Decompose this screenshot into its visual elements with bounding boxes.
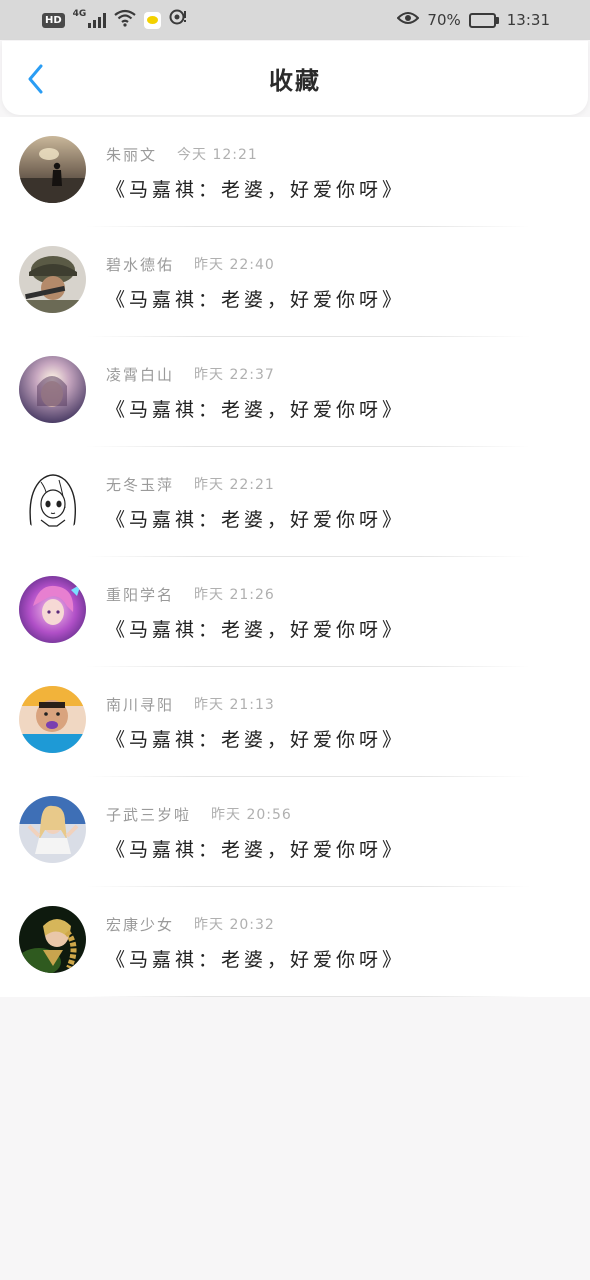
username: 朱丽文 — [106, 145, 158, 164]
favorite-item[interactable]: 朱丽文 今天 12:21 《马嘉祺：老婆，好爱你呀》 — [0, 117, 590, 227]
blonde-girl-avatar[interactable] — [19, 796, 86, 863]
light-portrait-avatar[interactable] — [19, 356, 86, 423]
favorite-item[interactable]: 碧水德佑 昨天 22:40 《马嘉祺：老婆，好爱你呀》 — [0, 227, 590, 337]
status-left: HD 4G — [42, 9, 187, 31]
timestamp: 昨天 21:13 — [194, 697, 275, 713]
username: 碧水德佑 — [106, 255, 175, 274]
username: 凌霄白山 — [106, 365, 175, 384]
username: 南川寻阳 — [106, 695, 175, 714]
chevron-left-icon — [28, 64, 43, 94]
item-meta: 南川寻阳 昨天 21:13 — [106, 693, 275, 715]
item-meta: 无冬玉萍 昨天 22:21 — [106, 473, 275, 495]
network-type: 4G — [72, 9, 87, 19]
favorites-list: 朱丽文 今天 12:21 《马嘉祺：老婆，好爱你呀》 碧水德佑 昨天 22:40… — [0, 117, 590, 997]
item-meta: 凌霄白山 昨天 22:37 — [106, 363, 275, 385]
battery-icon — [468, 12, 499, 28]
favorite-content: 《马嘉祺：老婆，好爱你呀》 — [106, 399, 406, 421]
signal-icon — [88, 12, 107, 28]
battery-percent: 70% — [427, 11, 461, 29]
timestamp: 昨天 22:40 — [194, 257, 275, 273]
username: 重阳学名 — [106, 585, 175, 604]
hotspot-icon — [169, 9, 187, 31]
favorite-item[interactable]: 无冬玉萍 昨天 22:21 《马嘉祺：老婆，好爱你呀》 — [0, 447, 590, 557]
header-bar: 收藏 — [2, 41, 588, 115]
favorite-content: 《马嘉祺：老婆，好爱你呀》 — [106, 949, 406, 971]
page-title: 收藏 — [269, 66, 321, 95]
silhouette-sunset-avatar[interactable] — [19, 136, 86, 203]
favorite-content: 《马嘉祺：老婆，好爱你呀》 — [106, 509, 406, 531]
status-bar: HD 4G 70% 13:31 — [0, 0, 590, 40]
item-meta: 子武三岁啦 昨天 20:56 — [106, 803, 292, 825]
fantasy-pink-hair-avatar[interactable] — [19, 576, 86, 643]
username: 宏康少女 — [106, 915, 175, 934]
timestamp: 昨天 22:37 — [194, 367, 275, 383]
favorite-item[interactable]: 宏康少女 昨天 20:32 《马嘉祺：老婆，好爱你呀》 — [0, 887, 590, 997]
divider — [86, 996, 530, 997]
favorite-content: 《马嘉祺：老婆，好爱你呀》 — [106, 289, 406, 311]
anime-sketch-girl-avatar[interactable] — [19, 466, 86, 533]
favorite-content: 《马嘉祺：老婆，好爱你呀》 — [106, 179, 406, 201]
item-meta: 朱丽文 今天 12:21 — [106, 143, 258, 165]
favorite-content: 《马嘉祺：老婆，好爱你呀》 — [106, 619, 406, 641]
wifi-icon — [114, 9, 137, 31]
chat-app-icon — [144, 11, 162, 29]
favorite-item[interactable]: 子武三岁啦 昨天 20:56 《马嘉祺：老婆，好爱你呀》 — [0, 777, 590, 887]
favorite-item[interactable]: 南川寻阳 昨天 21:13 《马嘉祺：老婆，好爱你呀》 — [0, 667, 590, 777]
favorite-content: 《马嘉祺：老婆，好爱你呀》 — [106, 839, 406, 861]
eye-icon — [397, 11, 420, 29]
soldier-helmet-avatar[interactable] — [19, 246, 86, 313]
favorite-content: 《马嘉祺：老婆，好爱你呀》 — [106, 729, 406, 751]
timestamp: 昨天 20:56 — [211, 807, 292, 823]
boy-whistle-avatar[interactable] — [19, 686, 86, 753]
username: 无冬玉萍 — [106, 475, 175, 494]
hd-badge: HD — [42, 12, 65, 28]
timestamp: 昨天 20:32 — [194, 917, 275, 933]
timestamp: 昨天 21:26 — [194, 587, 275, 603]
braided-hair-avatar[interactable] — [19, 906, 86, 973]
item-meta: 重阳学名 昨天 21:26 — [106, 583, 275, 605]
status-right: 70% 13:31 — [397, 11, 550, 29]
item-meta: 碧水德佑 昨天 22:40 — [106, 253, 275, 275]
timestamp: 昨天 22:21 — [194, 477, 275, 493]
favorite-item[interactable]: 凌霄白山 昨天 22:37 《马嘉祺：老婆，好爱你呀》 — [0, 337, 590, 447]
username: 子武三岁啦 — [106, 805, 192, 824]
favorite-item[interactable]: 重阳学名 昨天 21:26 《马嘉祺：老婆，好爱你呀》 — [0, 557, 590, 667]
back-button[interactable] — [20, 63, 50, 95]
item-meta: 宏康少女 昨天 20:32 — [106, 913, 275, 935]
status-time: 13:31 — [506, 11, 550, 29]
timestamp: 今天 12:21 — [177, 147, 258, 163]
